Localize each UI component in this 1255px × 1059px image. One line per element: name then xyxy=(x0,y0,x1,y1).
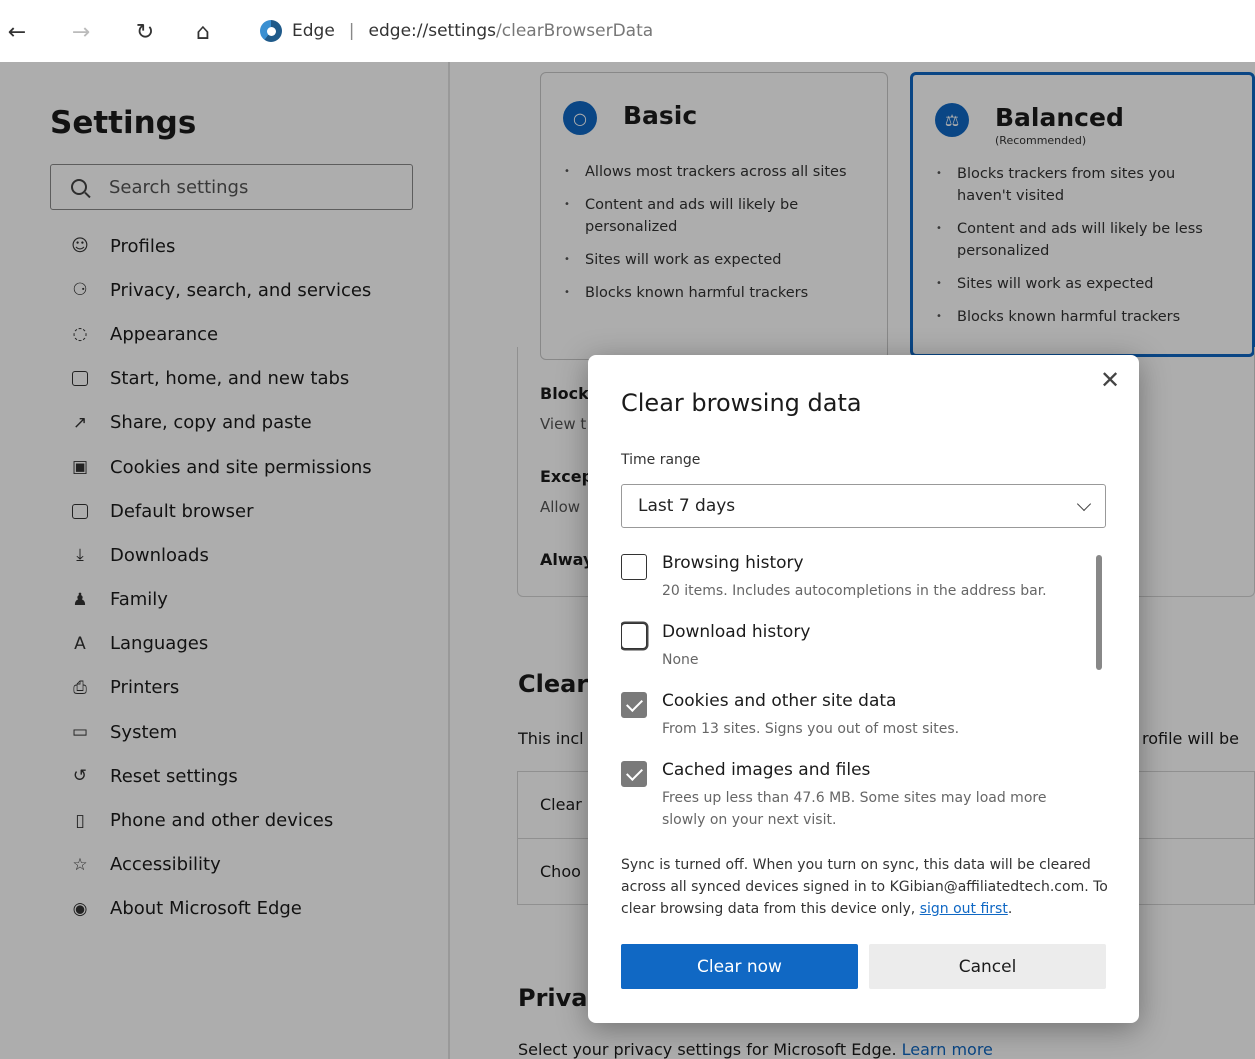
close-icon[interactable]: ✕ xyxy=(1097,366,1123,394)
back-arrow-icon[interactable]: ← xyxy=(0,15,34,49)
site-label: Edge xyxy=(292,21,335,41)
download-history-checkbox[interactable] xyxy=(621,623,647,649)
item-desc: None xyxy=(662,652,699,668)
data-types-list: Browsing history 20 items. Includes auto… xyxy=(621,550,1091,830)
item-desc: Frees up less than 47.6 MB. Some sites m… xyxy=(662,790,1047,828)
url-host: edge://settings xyxy=(368,21,497,41)
item-title: Cookies and other site data xyxy=(662,691,897,711)
list-scrollbar[interactable] xyxy=(1096,555,1102,670)
time-range-label: Time range xyxy=(621,452,701,468)
time-range-select[interactable]: Last 7 days xyxy=(621,484,1106,528)
address-bar[interactable]: Edge | edge://settings/clearBrowserData xyxy=(240,8,1255,54)
browser-toolbar: ← → ↻ ⌂ Edge | edge://settings/clearBrow… xyxy=(0,0,1255,62)
cached-images-checkbox[interactable] xyxy=(621,761,647,787)
address-separator: | xyxy=(348,21,355,41)
clear-now-button[interactable]: Clear now xyxy=(621,944,858,989)
sign-out-link[interactable]: sign out first xyxy=(920,901,1008,917)
item-title: Download history xyxy=(662,622,811,642)
refresh-icon[interactable]: ↻ xyxy=(128,15,162,49)
item-title: Cached images and files xyxy=(662,760,871,780)
sync-text: Sync is turned off. When you turn on syn… xyxy=(621,857,1108,917)
sync-notice: Sync is turned off. When you turn on syn… xyxy=(621,857,1108,917)
cookies-checkbox[interactable] xyxy=(621,692,647,718)
forward-arrow-icon[interactable]: → xyxy=(64,15,98,49)
dialog-title: Clear browsing data xyxy=(621,389,862,417)
item-title: Browsing history xyxy=(662,553,804,573)
browsing-history-checkbox[interactable] xyxy=(621,554,647,580)
chevron-down-icon xyxy=(1076,496,1092,511)
item-desc: From 13 sites. Signs you out of most sit… xyxy=(662,721,960,737)
home-icon[interactable]: ⌂ xyxy=(186,15,220,49)
time-range-value: Last 7 days xyxy=(638,496,736,516)
clear-browsing-data-dialog: ✕ Clear browsing data Time range Last 7 … xyxy=(588,355,1139,1023)
cancel-button[interactable]: Cancel xyxy=(869,944,1106,989)
item-desc: 20 items. Includes autocompletions in th… xyxy=(662,583,1047,599)
edge-logo-icon xyxy=(260,20,282,42)
url-path: /clearBrowserData xyxy=(496,21,654,41)
